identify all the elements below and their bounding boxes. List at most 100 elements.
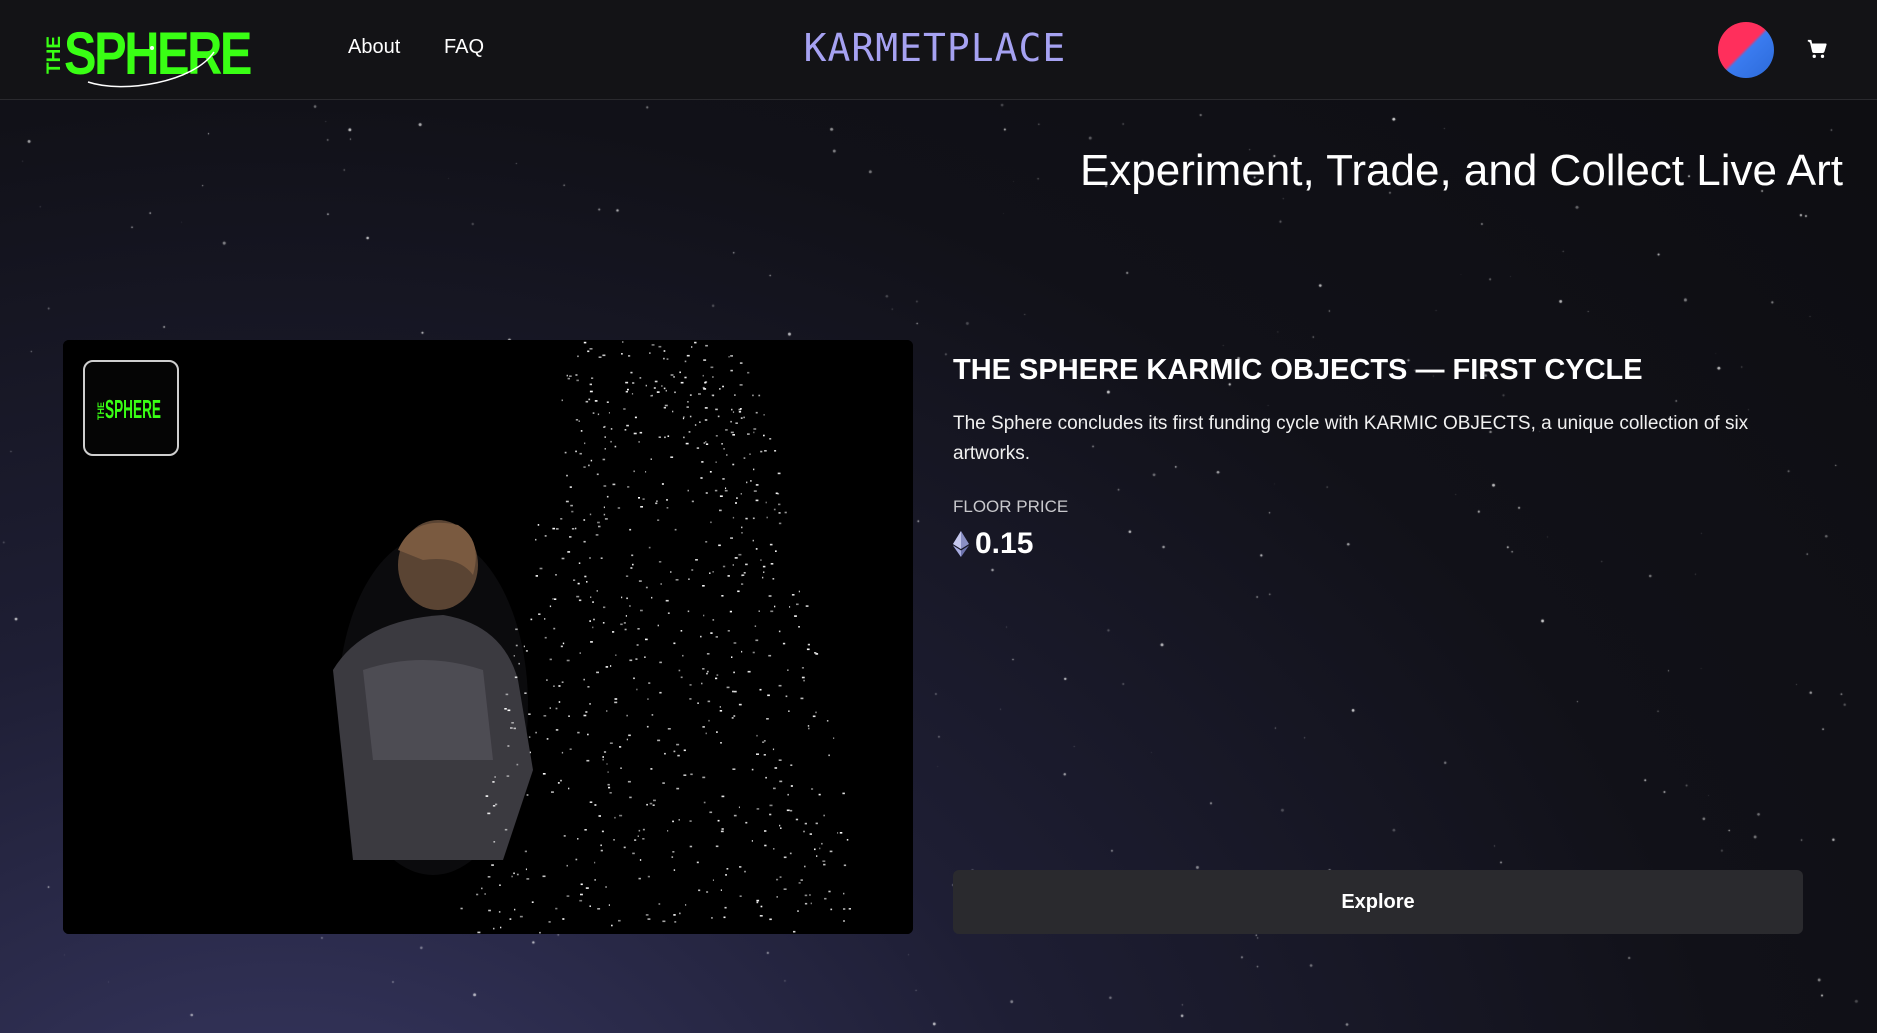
particle (647, 875, 650, 878)
particle (651, 596, 653, 599)
particle (754, 625, 757, 627)
particle (626, 714, 628, 717)
hero-tagline: Experiment, Trade, and Collect Live Art (1079, 146, 1843, 195)
the-sphere-badge-icon: THE SPHERE (96, 394, 161, 424)
particle (495, 803, 498, 806)
particle (605, 666, 609, 668)
particle (730, 537, 733, 539)
particle (636, 644, 639, 646)
particle (809, 833, 812, 835)
particle (530, 618, 533, 621)
particle (485, 795, 489, 797)
particle (654, 380, 658, 383)
particle (843, 920, 845, 922)
particle (560, 645, 563, 648)
brand-title[interactable]: KARMETPLACE (795, 26, 1075, 70)
particle (673, 869, 676, 871)
particle (732, 564, 734, 566)
particle (753, 431, 755, 434)
particle (612, 631, 615, 633)
collection-artwork[interactable]: THE SPHERE (63, 340, 913, 934)
particle (676, 743, 680, 746)
particle (702, 585, 705, 587)
particle (778, 684, 782, 687)
particle (513, 727, 516, 730)
particle (667, 612, 670, 614)
particle (645, 914, 649, 916)
particle (557, 782, 560, 784)
particle (687, 489, 689, 492)
particle (678, 819, 680, 821)
particle (515, 628, 518, 631)
cart-icon[interactable] (1806, 38, 1828, 60)
particle (712, 376, 714, 378)
particle (741, 650, 743, 653)
particle (763, 740, 766, 742)
particle (639, 377, 642, 379)
particle (715, 461, 717, 463)
particle (676, 787, 680, 790)
particle (689, 820, 692, 822)
nav-about-link[interactable]: About (348, 36, 400, 59)
particle (645, 638, 648, 641)
particle (801, 667, 804, 669)
particle (524, 692, 527, 694)
particle (673, 914, 676, 916)
particle (549, 658, 552, 661)
particle (779, 780, 783, 783)
particle (658, 345, 662, 348)
logo[interactable]: THE SPHERE (44, 12, 254, 92)
particle (487, 876, 491, 878)
particle (843, 908, 846, 910)
particle (796, 603, 799, 606)
particle (579, 452, 582, 455)
particle (560, 518, 563, 520)
particle (667, 830, 669, 832)
svg-text:SPHERE: SPHERE (105, 394, 161, 424)
particle (583, 466, 586, 468)
particle (589, 513, 592, 516)
particle (645, 471, 647, 473)
particle (614, 701, 618, 704)
particle (719, 710, 723, 712)
particle (539, 567, 543, 570)
particle (764, 450, 767, 452)
particle (756, 808, 760, 810)
particle (647, 698, 649, 700)
particle (514, 676, 518, 679)
particle (740, 493, 742, 495)
particle (585, 400, 589, 403)
particle (577, 731, 580, 734)
particle (703, 614, 705, 617)
particle (567, 377, 570, 380)
particle (609, 792, 612, 794)
particle (589, 703, 591, 705)
particle (806, 648, 810, 651)
particle (688, 431, 691, 433)
nav-faq-link[interactable]: FAQ (444, 36, 484, 59)
particle (507, 709, 511, 712)
particle (789, 606, 791, 608)
particle (738, 703, 742, 706)
explore-button[interactable]: Explore (953, 870, 1803, 934)
particle (755, 411, 758, 414)
particle (642, 828, 645, 831)
particle (662, 920, 666, 923)
particle (548, 921, 551, 923)
particle (738, 806, 740, 809)
particle (706, 891, 709, 893)
particle (656, 391, 660, 393)
particle (571, 528, 575, 530)
particle (626, 424, 629, 427)
particle (746, 481, 748, 484)
particle (731, 717, 734, 719)
user-avatar[interactable] (1718, 22, 1774, 78)
particle (747, 371, 750, 374)
particle (666, 358, 669, 360)
particle (737, 590, 740, 593)
particle (691, 346, 693, 348)
particle (730, 355, 733, 357)
particle (649, 352, 651, 354)
particle (701, 682, 703, 685)
particle (790, 764, 793, 766)
